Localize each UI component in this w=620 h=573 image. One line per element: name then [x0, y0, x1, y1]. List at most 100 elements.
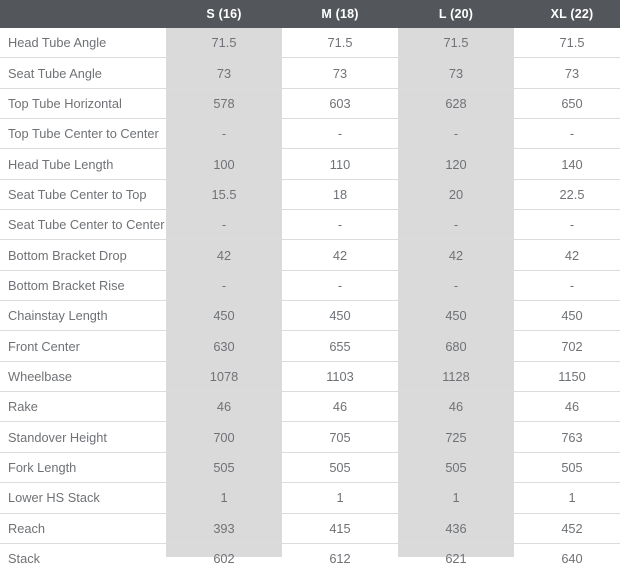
row-value-l: 436 [398, 513, 514, 544]
row-value-l: 73 [398, 57, 514, 89]
row-value-xl: - [514, 209, 620, 241]
row-value-s: 42 [166, 239, 282, 271]
table-row: Rake 46 46 46 46 [0, 391, 620, 423]
row-value-l: 1 [398, 482, 514, 514]
table-row: Wheelbase 1078 1103 1128 1150 [0, 361, 620, 393]
row-label: Top Tube Horizontal [0, 88, 166, 120]
table-row: Seat Tube Angle 73 73 73 73 [0, 57, 620, 89]
row-label: Head Tube Length [0, 148, 166, 180]
row-value-s: 73 [166, 57, 282, 89]
row-label: Seat Tube Angle [0, 57, 166, 89]
row-value-s: 1 [166, 482, 282, 514]
row-value-m: 705 [282, 421, 398, 453]
row-label: Standover Height [0, 421, 166, 453]
row-value-l: - [398, 118, 514, 150]
row-value-xl: 702 [514, 330, 620, 362]
row-value-xl: 505 [514, 452, 620, 484]
table-row: Seat Tube Center to Top 15.5 18 20 22.5 [0, 179, 620, 211]
row-label: Bottom Bracket Rise [0, 270, 166, 302]
row-value-s: 71.5 [166, 28, 282, 59]
row-value-l: 725 [398, 421, 514, 453]
row-label: Seat Tube Center to Top [0, 179, 166, 211]
row-value-xl: 71.5 [514, 28, 620, 59]
row-value-m: 18 [282, 179, 398, 211]
row-value-s: - [166, 270, 282, 302]
row-value-s: 450 [166, 300, 282, 332]
row-value-xl: - [514, 118, 620, 150]
header-cell-size-l: L (20) [398, 0, 514, 28]
row-value-m: 505 [282, 452, 398, 484]
row-value-m: - [282, 118, 398, 150]
row-value-s: 393 [166, 513, 282, 544]
row-value-s: 602 [213, 551, 235, 567]
row-value-m: 1 [282, 482, 398, 514]
row-value-l: 505 [398, 452, 514, 484]
row-value-m: 415 [282, 513, 398, 544]
table-row: Chainstay Length 450 450 450 450 [0, 300, 620, 332]
table-row: Head Tube Length 100 110 120 140 [0, 148, 620, 180]
row-value-l: 628 [398, 88, 514, 120]
row-label: Reach [0, 513, 166, 544]
row-value-l: 1128 [398, 361, 514, 393]
row-label: Fork Length [0, 452, 166, 484]
row-label: Seat Tube Center to Center [0, 209, 166, 241]
row-label: Chainstay Length [0, 300, 166, 332]
row-label: Wheelbase [0, 361, 166, 393]
table-header-row: S (16) M (18) L (20) XL (22) [0, 0, 620, 28]
table-row: Seat Tube Center to Center - - - - [0, 209, 620, 241]
header-cell-size-s: S (16) [166, 0, 282, 28]
table-row: Top Tube Center to Center - - - - [0, 118, 620, 150]
table-row: Front Center 630 655 680 702 [0, 330, 620, 362]
header-cell-corner [0, 0, 166, 28]
table-row: Lower HS Stack 1 1 1 1 [0, 482, 620, 514]
header-cell-size-xl: XL (22) [514, 0, 620, 28]
row-value-s: 505 [166, 452, 282, 484]
row-value-s: 100 [166, 148, 282, 180]
row-label: Stack [8, 551, 41, 567]
row-value-xl: - [514, 270, 620, 302]
row-value-m: 612 [329, 551, 351, 567]
row-value-xl: 46 [514, 391, 620, 423]
row-value-l: 621 [445, 551, 467, 567]
row-value-xl: 763 [514, 421, 620, 453]
row-value-m: 71.5 [282, 28, 398, 59]
row-value-m: 603 [282, 88, 398, 120]
row-value-m: 46 [282, 391, 398, 423]
row-value-s: - [166, 209, 282, 241]
row-value-xl: 640 [561, 551, 583, 567]
table-row: Top Tube Horizontal 578 603 628 650 [0, 88, 620, 120]
row-value-s: 700 [166, 421, 282, 453]
row-label: Head Tube Angle [0, 28, 166, 59]
row-value-m: - [282, 209, 398, 241]
row-value-l: 20 [398, 179, 514, 211]
row-value-l: 680 [398, 330, 514, 362]
row-value-l: - [398, 209, 514, 241]
row-label: Rake [0, 391, 166, 423]
row-value-s: 46 [166, 391, 282, 423]
row-value-xl: 42 [514, 239, 620, 271]
row-value-m: 1103 [282, 361, 398, 393]
row-value-l: 71.5 [398, 28, 514, 59]
table-row: Bottom Bracket Drop 42 42 42 42 [0, 239, 620, 271]
row-value-xl: 140 [514, 148, 620, 180]
row-label: Top Tube Center to Center [0, 118, 166, 150]
row-value-l: - [398, 270, 514, 302]
row-value-l: 46 [398, 391, 514, 423]
row-value-l: 120 [398, 148, 514, 180]
table-row: Standover Height 700 705 725 763 [0, 421, 620, 453]
row-value-xl: 650 [514, 88, 620, 120]
row-value-l: 450 [398, 300, 514, 332]
row-label: Bottom Bracket Drop [0, 239, 166, 271]
row-value-s: 578 [166, 88, 282, 120]
row-value-l: 42 [398, 239, 514, 271]
row-value-m: 110 [282, 148, 398, 180]
row-value-s: - [166, 118, 282, 150]
row-value-m: 655 [282, 330, 398, 362]
row-value-m: 450 [282, 300, 398, 332]
table-header: S (16) M (18) L (20) XL (22) [0, 0, 620, 28]
table-body: Head Tube Angle 71.5 71.5 71.5 71.5 Seat Tube… [0, 28, 620, 573]
row-value-m: - [282, 270, 398, 302]
row-value-xl: 1150 [514, 361, 620, 393]
row-label: Front Center [0, 330, 166, 362]
row-value-xl: 22.5 [514, 179, 620, 211]
